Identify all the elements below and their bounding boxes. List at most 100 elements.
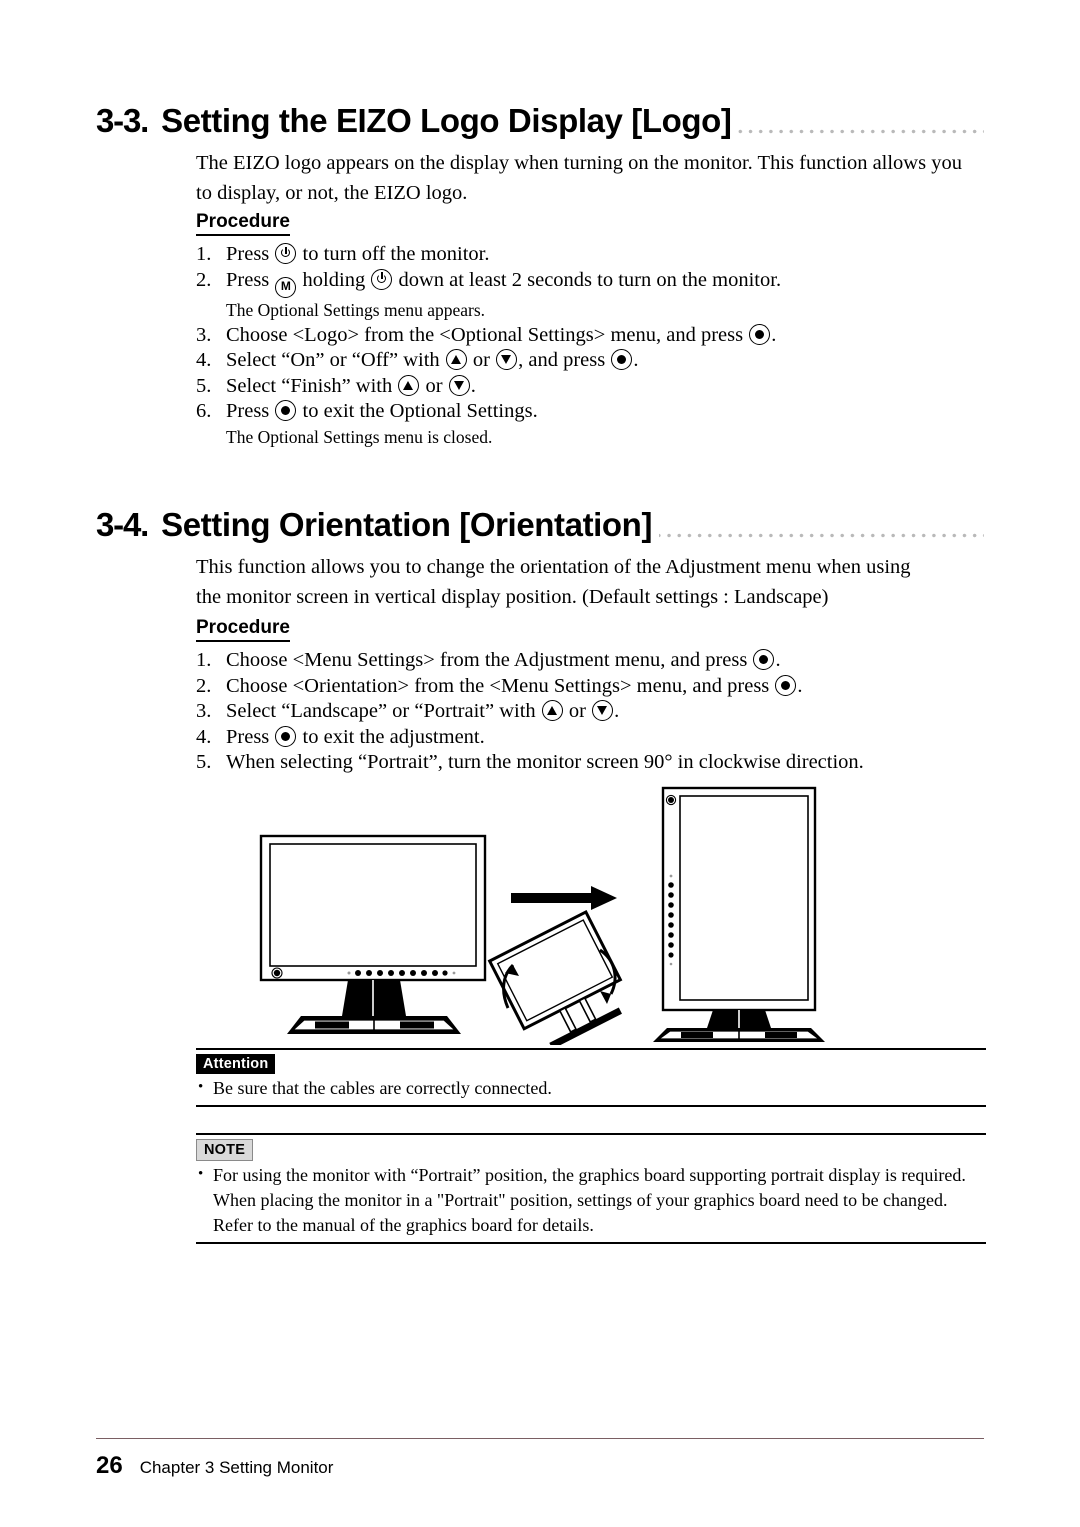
- page-number: 26: [96, 1452, 123, 1479]
- up-button-icon: [445, 349, 467, 371]
- attention-badge: Attention: [196, 1054, 276, 1074]
- section-intro-3-4: This function allows you to change the o…: [196, 556, 911, 608]
- footer-chapter-label: Chapter 3 Setting Monitor: [139, 1458, 334, 1477]
- procedure-steps-3-4: 1. Choose <Menu Settings> from the Adjust…: [196, 648, 996, 776]
- callout-rule-top: [196, 1133, 986, 1135]
- step-text: Select “On” or “Off” with: [226, 349, 445, 372]
- attention-callout: Attention Be sure that the cables are co…: [196, 1048, 986, 1107]
- step-item: 2. Choose <Orientation> from the <Menu Se…: [196, 674, 996, 700]
- tilted-monitor-figure: [487, 910, 623, 1045]
- list-item: Be sure that the cables are correctly co…: [196, 1075, 986, 1101]
- step-text: Choose <Menu Settings> from the Adjustme…: [226, 649, 753, 671]
- footer-rule: [96, 1438, 984, 1439]
- up-button-icon: [398, 374, 420, 396]
- enter-button-icon: [611, 349, 633, 371]
- step-text: Press: [226, 400, 275, 423]
- step-number: 5.: [196, 374, 212, 397]
- step-item: 3. Select “Landscape” or “Portrait” with …: [196, 699, 996, 725]
- down-button-icon: [496, 349, 518, 371]
- portrait-monitor-figure: [653, 786, 825, 1042]
- enter-button-icon: [749, 323, 771, 345]
- enter-button-icon: [275, 725, 297, 747]
- heading-text: 3-3. Setting the EIZO Logo Display [Logo]: [96, 102, 739, 140]
- step-text: Press: [226, 268, 275, 291]
- list-item: For using the monitor with “Portrait” po…: [196, 1162, 986, 1238]
- note-list: For using the monitor with “Portrait” po…: [196, 1162, 986, 1238]
- step-number: 4.: [196, 725, 212, 748]
- callout-rule-bottom: [196, 1104, 986, 1107]
- heading-title: Setting Orientation [Orientation]: [161, 506, 653, 544]
- step-item: 1. Press to turn off the monitor.: [196, 242, 996, 268]
- step-text: Choose <Orientation> from the <Menu Sett…: [226, 674, 775, 697]
- step-number: 2.: [196, 674, 212, 697]
- step-text: .: [470, 374, 476, 397]
- step-text: .: [797, 674, 803, 697]
- heading-number: 3-3.: [96, 102, 149, 140]
- step-item: 5. When selecting “Portrait”, turn the mo…: [196, 750, 996, 776]
- step-text: or: [467, 349, 496, 372]
- step-text: .: [633, 349, 639, 372]
- step-text: to turn off the monitor.: [297, 243, 490, 265]
- heading-text: 3-4. Setting Orientation [Orientation]: [96, 506, 660, 544]
- step-text: to exit the Optional Settings.: [297, 400, 538, 423]
- step-text: Press: [226, 725, 275, 748]
- callout-rule-bottom: [196, 1241, 986, 1244]
- down-button-icon: [448, 374, 470, 396]
- attention-list: Be sure that the cables are correctly co…: [196, 1075, 986, 1101]
- mode-button-icon: M: [275, 276, 297, 298]
- orientation-illustration: [259, 786, 825, 1045]
- step-text: .: [771, 323, 777, 346]
- down-button-icon: [592, 700, 614, 722]
- enter-button-icon: [753, 649, 775, 670]
- step-number: 1.: [196, 243, 212, 265]
- step-text: Choose <Logo> from the <Optional Setting…: [226, 323, 749, 346]
- enter-button-icon: [275, 400, 297, 422]
- up-button-icon: [541, 700, 563, 722]
- heading-number: 3-4.: [96, 506, 149, 544]
- power-button-icon: [371, 268, 393, 290]
- step-result-text: The Optional Settings menu is closed.: [226, 426, 493, 447]
- procedure-steps-3-3: 1. Press to turn off the monitor. 2. Press…: [196, 242, 996, 450]
- step-text: Press: [226, 243, 275, 265]
- section-intro-3-3: The EIZO logo appears on the display whe…: [196, 152, 962, 204]
- callout-rule-top: [196, 1048, 986, 1050]
- power-button-icon: [275, 243, 297, 264]
- step-text: down at least 2 seconds to turn on the m…: [393, 268, 782, 291]
- step-number: 6.: [196, 400, 212, 423]
- note-badge: NOTE: [196, 1139, 254, 1161]
- step-text: or: [420, 374, 448, 397]
- document-page: 3-3. Setting the EIZO Logo Display [Logo]…: [0, 0, 1080, 1527]
- step-item: 2. Press M holding down at least 2 second…: [196, 268, 996, 298]
- step-result-text: The Optional Settings menu appears.: [226, 299, 486, 320]
- enter-button-icon: [775, 674, 797, 696]
- step-number: 2.: [196, 268, 212, 291]
- step-text: Select “Landscape” or “Portrait” with: [226, 700, 541, 723]
- step-text: .: [775, 649, 781, 671]
- procedure-label-3-4: Procedure: [196, 617, 290, 642]
- step-text: holding: [297, 268, 371, 291]
- rotation-direction-arrow: [511, 886, 617, 910]
- step-item: 3. Choose <Logo> from the <Optional Setti…: [196, 323, 996, 349]
- step-number: 3.: [196, 700, 212, 723]
- landscape-monitor-figure: [259, 834, 487, 1034]
- heading-title: Setting the EIZO Logo Display [Logo]: [161, 102, 732, 140]
- step-item: 4. Select “On” or “Off” with or , and pre…: [196, 348, 996, 374]
- step-text: When selecting “Portrait”, turn the moni…: [226, 751, 864, 774]
- step-item: 4. Press to exit the adjustment.: [196, 725, 996, 751]
- step-item: 5. Select “Finish” with or .: [196, 374, 996, 400]
- step-number: 3.: [196, 323, 212, 346]
- section-heading-3-3: 3-3. Setting the EIZO Logo Display [Logo]: [96, 92, 984, 140]
- page-footer: 26 Chapter 3 Setting Monitor: [96, 1452, 984, 1480]
- step-number: 1.: [196, 649, 212, 671]
- note-callout: NOTE For using the monitor with “Portrai…: [196, 1133, 986, 1244]
- step-text: to exit the adjustment.: [297, 725, 485, 748]
- step-text: or: [563, 700, 592, 723]
- step-item: 1. Choose <Menu Settings> from the Adjust…: [196, 648, 996, 674]
- section-heading-3-4: 3-4. Setting Orientation [Orientation]: [96, 496, 984, 544]
- step-text: Select “Finish” with: [226, 374, 398, 397]
- procedure-label-3-3: Procedure: [196, 211, 290, 236]
- step-number: 5.: [196, 751, 212, 774]
- step-item: 6. Press to exit the Optional Settings.: [196, 399, 996, 425]
- step-text: .: [614, 700, 620, 723]
- step-text: , and press: [518, 349, 611, 372]
